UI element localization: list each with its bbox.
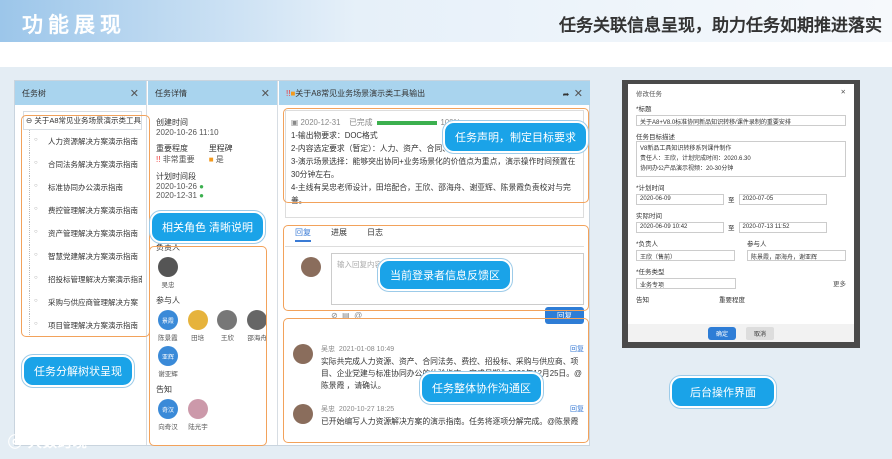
callout-tree: 任务分解树状呈现	[22, 355, 134, 387]
milestone-label: 里程碑	[208, 144, 233, 153]
white-band	[0, 42, 892, 67]
plan-start: 2020-10-26	[156, 182, 197, 191]
actual-end-input[interactable]: 2020-07-13 11:52	[738, 222, 827, 233]
more-link[interactable]: 更多	[833, 278, 846, 288]
task-title: 关于A8常见业务场景演示类工具输出	[295, 88, 426, 98]
admin-screenshot: 修改任务 ✕ *标题 关于A8+V8.0标准协同新品知识转移/课件录制的重要安排 …	[622, 80, 860, 348]
admin-plan-label: *计划时间	[636, 185, 665, 192]
logo-text: 大数跨境	[27, 434, 88, 450]
check-icon: ●	[199, 191, 204, 200]
callout-statement: 任务声明，制定目标要求	[443, 121, 588, 153]
top-banner: 功能展现 任务关联信息呈现，助力任务如期推进落实	[0, 0, 892, 42]
admin-type-label: *任务类型	[636, 269, 665, 276]
task-detail-title: 任务详情	[155, 88, 187, 98]
close-icon[interactable]: ✕	[130, 87, 139, 100]
close-icon[interactable]: ✕	[261, 87, 270, 100]
cancel-button[interactable]: 取消	[746, 326, 775, 340]
task-tree-title: 任务树	[22, 88, 46, 98]
ok-button[interactable]: 确定	[707, 326, 736, 340]
plan-start-input[interactable]: 2020-06-09	[636, 194, 724, 205]
importance-value: 非常重要	[162, 155, 195, 164]
page-subtitle: 任务关联信息呈现，助力任务如期推进落实	[559, 16, 882, 35]
owner-input[interactable]: 王欣（售前）	[636, 250, 735, 261]
close-icon[interactable]: ✕	[574, 88, 583, 100]
created-value: 2020-10-26 11:10	[156, 128, 219, 137]
admin-goal-label: 任务目标描述	[636, 134, 675, 141]
goal-line: V8新品工具知识转移系列课件制作	[640, 146, 732, 152]
admin-title: 修改任务	[636, 91, 662, 98]
roles-highlight	[149, 246, 267, 446]
admin-notify-label: 告知	[636, 297, 649, 304]
goal-line: 责任人：王欣，计划完成时间：2020.6.30	[640, 156, 751, 162]
admin-goal-input[interactable]: V8新品工具知识转移系列课件制作 责任人：王欣，计划完成时间：2020.6.30…	[636, 141, 846, 177]
admin-part-label: 参与人	[747, 241, 767, 248]
plan-label: 计划时间段	[156, 172, 196, 181]
task-header: !!■关于A8常见业务场景演示类工具输出 ➦ ✕	[279, 81, 590, 105]
plan-end-input[interactable]: 2020-07-05	[738, 194, 827, 205]
admin-owner-label: *负责人	[636, 241, 659, 248]
created-label: 创建时间	[156, 118, 188, 127]
share-icon[interactable]: ➦	[563, 90, 570, 99]
tree-highlight	[21, 115, 150, 337]
milestone-icon: ■	[208, 155, 214, 164]
actual-start-input[interactable]: 2020-06-09 10:42	[636, 222, 724, 233]
to-label: 至	[728, 196, 735, 204]
callout-collab: 任务整体协作沟通区	[420, 372, 543, 404]
brand-logo: ⓒ 大数跨境	[8, 432, 88, 452]
milestone-value: 是	[215, 155, 224, 164]
importance-label: 重要程度	[156, 144, 188, 153]
admin-imp-label: 重要程度	[719, 297, 745, 304]
callout-feedback: 当前登录者信息反馈区	[378, 259, 512, 291]
task-tree-header: 任务树 ✕	[15, 81, 146, 105]
to-label: 至	[728, 224, 735, 232]
admin-title-label: *标题	[636, 106, 652, 113]
type-select[interactable]: 业务专项	[636, 278, 736, 289]
callout-roles: 相关角色 清晰说明	[150, 211, 266, 243]
importance-icon: !!	[156, 155, 161, 164]
callout-admin: 后台操作界面	[670, 376, 776, 408]
participants-input[interactable]: 陈景霞，邵海舟，谢亚辉	[747, 250, 846, 261]
admin-title-input[interactable]: 关于A8+V8.0标准协同新品知识转移/课件录制的重要安排	[636, 115, 846, 126]
admin-actual-label: 实际时间	[636, 213, 662, 220]
goal-line: 协同办公产品演示视频：20-30分钟	[640, 166, 734, 172]
task-detail-header: 任务详情 ✕	[148, 81, 277, 105]
plan-end: 2020-12-31	[156, 191, 197, 200]
close-icon[interactable]: ✕	[841, 88, 846, 98]
page-title: 功能展现	[22, 14, 126, 37]
check-icon: ●	[199, 182, 204, 191]
logo-icon: ⓒ	[8, 434, 23, 450]
